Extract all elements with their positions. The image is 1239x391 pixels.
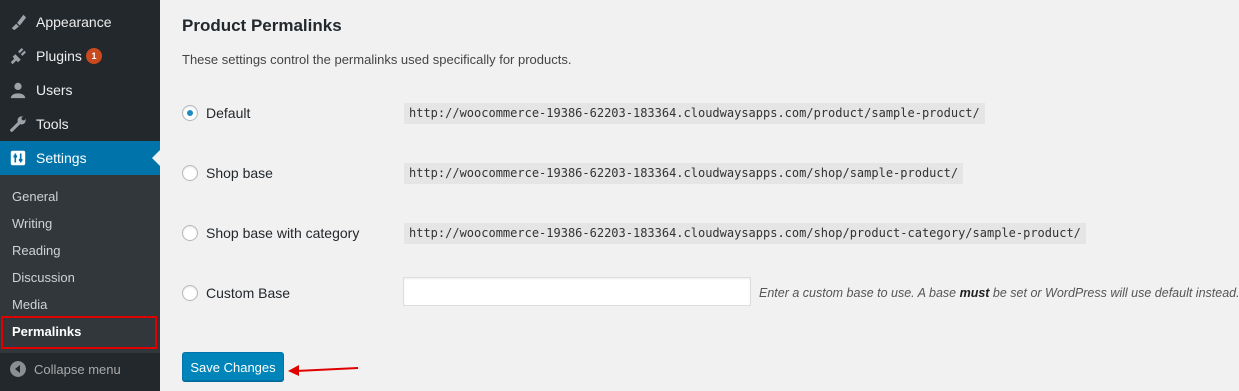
menu-label: Settings [36, 150, 87, 166]
save-changes-button[interactable]: Save Changes [182, 352, 284, 381]
menu-item-settings[interactable]: Settings [0, 141, 160, 175]
wrench-icon [10, 116, 26, 132]
menu-label: Appearance [36, 14, 112, 30]
annotation-arrow [288, 365, 359, 376]
collapse-menu-button[interactable]: Collapse menu [0, 356, 160, 382]
menu-label: Tools [36, 116, 69, 132]
menu-item-plugins[interactable]: Plugins 1 [0, 39, 160, 73]
custom-base-hint: Enter a custom base to use. A base must … [759, 286, 1239, 300]
example-url: http://woocommerce-19386-62203-183364.cl… [404, 223, 1086, 244]
menu-item-appearance[interactable]: Appearance [0, 5, 160, 39]
section-description: These settings control the permalinks us… [182, 52, 572, 67]
plugin-icon [10, 48, 26, 65]
option-label[interactable]: Default [206, 105, 250, 122]
menu-label: Plugins [36, 48, 82, 64]
example-url: http://woocommerce-19386-62203-183364.cl… [404, 163, 964, 184]
custom-base-input[interactable] [403, 277, 751, 306]
brush-icon [11, 14, 27, 31]
example-url: http://woocommerce-19386-62203-183364.cl… [404, 103, 985, 124]
users-icon [10, 82, 26, 99]
section-title: Product Permalinks [182, 16, 342, 35]
admin-sidebar: Appearance Plugins 1 Users Tools Setting… [0, 0, 160, 391]
menu-item-tools[interactable]: Tools [0, 107, 160, 141]
radio-default[interactable] [182, 105, 198, 121]
radio-custom-base[interactable] [182, 285, 198, 301]
menu-label: Users [36, 82, 73, 98]
submenu-writing[interactable]: Writing [0, 210, 160, 237]
permalink-option-shop-base-category: Shop base with category http://woocommer… [182, 219, 1232, 249]
radio-shop-base[interactable] [182, 165, 198, 181]
permalink-option-shop-base: Shop base http://woocommerce-19386-62203… [182, 159, 1232, 189]
option-label[interactable]: Shop base with category [206, 225, 359, 242]
settings-icon [10, 150, 26, 166]
main-content: Product Permalinks These settings contro… [160, 0, 1239, 391]
annotation-highlight-box [1, 316, 157, 349]
permalink-option-default: Default http://woocommerce-19386-62203-1… [182, 99, 1232, 129]
menu-item-users[interactable]: Users [0, 73, 160, 107]
submenu-reading[interactable]: Reading [0, 237, 160, 264]
collapse-arrow-icon [10, 361, 26, 377]
radio-shop-base-category[interactable] [182, 225, 198, 241]
submenu-discussion[interactable]: Discussion [0, 264, 160, 291]
option-label[interactable]: Custom Base [206, 285, 290, 302]
update-count-badge: 1 [86, 48, 102, 64]
submenu-general[interactable]: General [0, 183, 160, 210]
option-label[interactable]: Shop base [206, 165, 273, 182]
submenu-media[interactable]: Media [0, 291, 160, 318]
collapse-label: Collapse menu [34, 362, 121, 377]
